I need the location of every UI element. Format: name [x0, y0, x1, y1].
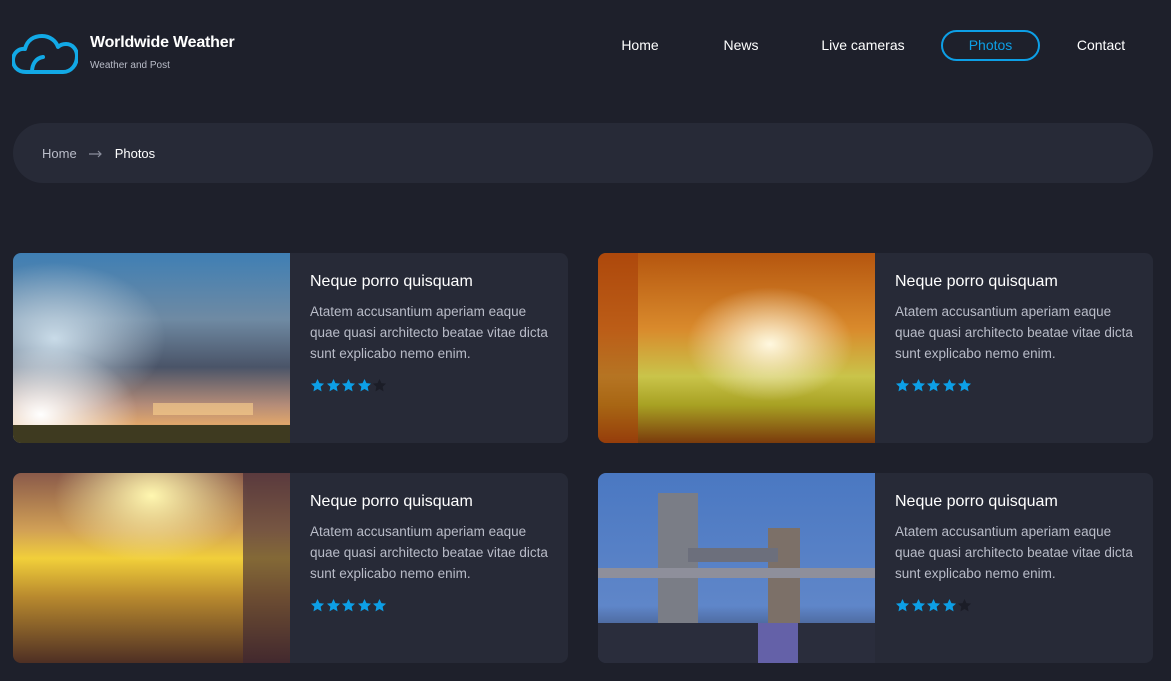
- nav-item-contact[interactable]: Contact: [1060, 30, 1142, 61]
- star-filled-icon: [326, 378, 340, 392]
- star-rating: [310, 378, 550, 393]
- card-title[interactable]: Neque porro quisquam: [895, 273, 1135, 291]
- star-empty-icon: [372, 378, 387, 392]
- star-filled-icon: [895, 598, 910, 612]
- star-filled-icon: [911, 598, 925, 612]
- stormy-sky-sunset-photo[interactable]: [13, 253, 290, 443]
- nav-item-live-cameras[interactable]: Live cameras: [812, 30, 914, 61]
- star-filled-icon: [911, 378, 925, 392]
- photo-card[interactable]: Neque porro quisquam Atatem accusantium …: [598, 253, 1153, 443]
- cloud-icon: [12, 34, 78, 74]
- site-header: Worldwide Weather Weather and Post Home …: [0, 0, 1171, 100]
- star-filled-icon: [957, 378, 972, 392]
- photo-card[interactable]: Neque porro quisquam Atatem accusantium …: [598, 473, 1153, 663]
- star-filled-icon: [341, 378, 356, 392]
- star-filled-icon: [357, 598, 371, 612]
- autumn-sunrise-photo[interactable]: [598, 253, 875, 443]
- star-filled-icon: [372, 598, 387, 612]
- nav-item-home[interactable]: Home: [600, 30, 680, 61]
- nav-item-news[interactable]: News: [701, 30, 781, 61]
- star-filled-icon: [926, 598, 941, 612]
- star-filled-icon: [942, 378, 956, 392]
- breadcrumb-current: Photos: [114, 145, 156, 161]
- star-filled-icon: [926, 378, 941, 392]
- photo-card[interactable]: Neque porro quisquam Atatem accusantium …: [13, 473, 568, 663]
- star-filled-icon: [326, 598, 340, 612]
- breadcrumb: Home Photos: [13, 123, 1153, 183]
- card-text: Atatem accusantium aperiam eaque quae qu…: [310, 304, 548, 361]
- star-filled-icon: [357, 378, 371, 392]
- breadcrumb-home-link[interactable]: Home: [42, 146, 77, 161]
- brand-subtitle: Weather and Post: [90, 60, 170, 71]
- star-empty-icon: [957, 598, 972, 612]
- star-filled-icon: [942, 598, 956, 612]
- card-title[interactable]: Neque porro quisquam: [310, 493, 550, 511]
- star-rating: [895, 598, 1135, 613]
- star-filled-icon: [310, 598, 325, 612]
- star-filled-icon: [341, 598, 356, 612]
- golden-field-sun-photo[interactable]: [13, 473, 290, 663]
- nav-item-photos[interactable]: Photos: [941, 30, 1040, 61]
- star-rating: [895, 378, 1135, 393]
- brand[interactable]: Worldwide Weather Weather and Post: [12, 34, 235, 74]
- star-rating: [310, 598, 550, 613]
- card-text: Atatem accusantium aperiam eaque quae qu…: [310, 524, 548, 581]
- arrow-right-icon: [88, 146, 103, 161]
- brand-title: Worldwide Weather: [90, 34, 235, 51]
- card-title[interactable]: Neque porro quisquam: [895, 493, 1135, 511]
- star-filled-icon: [310, 378, 325, 392]
- card-text: Atatem accusantium aperiam eaque quae qu…: [895, 304, 1133, 361]
- card-text: Atatem accusantium aperiam eaque quae qu…: [895, 524, 1133, 581]
- photo-card[interactable]: Neque porro quisquam Atatem accusantium …: [13, 253, 568, 443]
- star-filled-icon: [895, 378, 910, 392]
- card-title[interactable]: Neque porro quisquam: [310, 273, 550, 291]
- tower-bridge-photo[interactable]: [598, 473, 875, 663]
